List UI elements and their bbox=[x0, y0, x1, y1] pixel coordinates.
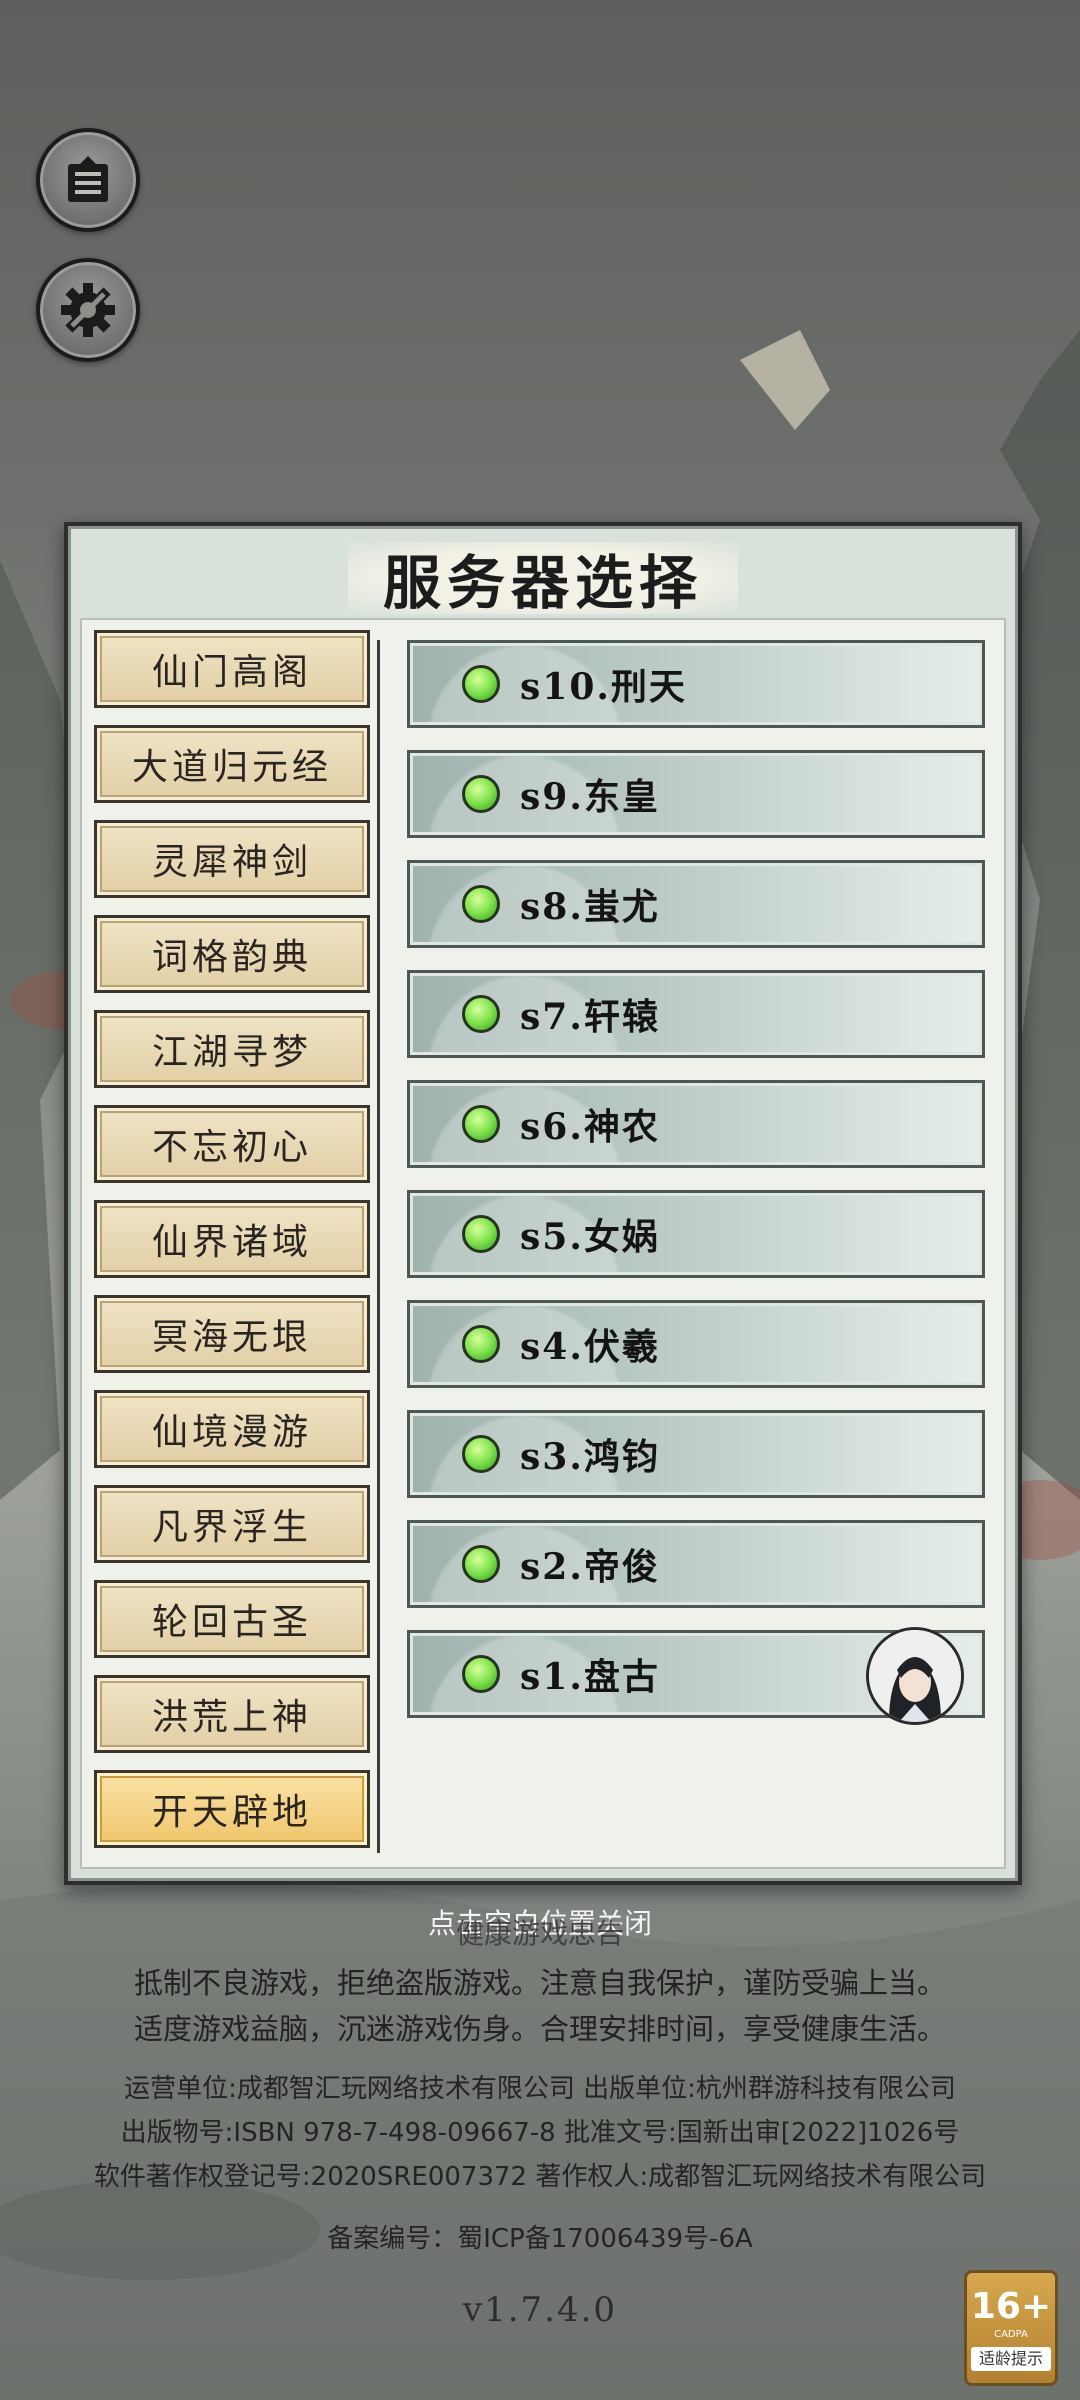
server-row[interactable]: s1.盘古 bbox=[407, 1627, 985, 1725]
category-button[interactable]: 江湖寻梦 bbox=[94, 1010, 370, 1088]
icp-record: 备案编号：蜀ICP备17006439号-6A bbox=[327, 2224, 753, 2254]
server-row[interactable]: s8.蚩尤 bbox=[407, 860, 985, 948]
server-name: s4.伏羲 bbox=[520, 1326, 660, 1368]
age-rating-badge[interactable]: 16+ CADPA 适龄提示 bbox=[964, 2270, 1058, 2386]
server-status-online-icon bbox=[462, 1655, 500, 1693]
server-row[interactable]: s9.东皇 bbox=[407, 750, 985, 838]
server-row[interactable]: s4.伏羲 bbox=[407, 1300, 985, 1388]
server-row[interactable]: s2.帝俊 bbox=[407, 1520, 985, 1608]
character-avatar bbox=[866, 1627, 964, 1725]
server-status-online-icon bbox=[462, 1325, 500, 1363]
gear-icon bbox=[61, 283, 115, 337]
age-rating-label: 适龄提示 bbox=[971, 2347, 1051, 2371]
server-row[interactable]: s7.轩辕 bbox=[407, 970, 985, 1058]
panel-content: 仙门高阁大道归元经灵犀神剑词格韵典江湖寻梦不忘初心仙界诸域冥海无垠仙境漫游凡界浮… bbox=[80, 618, 1006, 1869]
category-button[interactable]: 词格韵典 bbox=[94, 915, 370, 993]
notice-line-1: 抵制不良游戏，拒绝盗版游戏。注意自我保护，谨防受骗上当。 bbox=[133, 1966, 946, 2000]
divider bbox=[377, 640, 380, 1853]
server-status-online-icon bbox=[462, 995, 500, 1033]
server-status-online-icon bbox=[462, 1215, 500, 1253]
category-button[interactable]: 开天辟地 bbox=[94, 1770, 370, 1848]
notice-line-2: 适度游戏益脑，沉迷游戏伤身。合理安排时间，享受健康生活。 bbox=[133, 2012, 946, 2046]
category-button[interactable]: 仙门高阁 bbox=[94, 630, 370, 708]
category-button[interactable]: 不忘初心 bbox=[94, 1105, 370, 1183]
panel-title: 服务器选择 bbox=[348, 542, 738, 617]
server-row[interactable]: s5.女娲 bbox=[407, 1190, 985, 1278]
category-button[interactable]: 灵犀神剑 bbox=[94, 820, 370, 898]
server-name: s3.鸿钧 bbox=[520, 1436, 660, 1478]
server-row[interactable]: s10.刑天 bbox=[407, 640, 985, 728]
age-rating-org: CADPA bbox=[994, 2329, 1028, 2340]
legal-line-2: 出版物号:ISBN 978-7-498-09667-8 批准文号:国新出审[20… bbox=[120, 2118, 960, 2148]
category-button[interactable]: 轮回古圣 bbox=[94, 1580, 370, 1658]
legal-line-1: 运营单位:成都智汇玩网络技术有限公司 出版单位:杭州群游科技有限公司 bbox=[124, 2074, 956, 2104]
server-status-online-icon bbox=[462, 665, 500, 703]
server-row[interactable]: s6.神农 bbox=[407, 1080, 985, 1168]
server-name: s1.盘古 bbox=[520, 1656, 660, 1698]
category-button[interactable]: 大道归元经 bbox=[94, 725, 370, 803]
server-status-online-icon bbox=[462, 885, 500, 923]
notice-title: 健康游戏忠告 bbox=[455, 1917, 624, 1950]
server-name: s10.刑天 bbox=[520, 666, 687, 708]
server-status-online-icon bbox=[462, 1435, 500, 1473]
server-name: s9.东皇 bbox=[520, 776, 660, 818]
age-rating-value: 16+ bbox=[970, 2286, 1052, 2327]
category-button[interactable]: 洪荒上神 bbox=[94, 1675, 370, 1753]
category-button[interactable]: 仙境漫游 bbox=[94, 1390, 370, 1468]
server-status-online-icon bbox=[462, 1105, 500, 1143]
server-name: s8.蚩尤 bbox=[520, 886, 660, 928]
server-select-panel: 服务器选择 仙门高阁 大道归元经 灵犀神剑 词格韵典 江湖寻梦 不忘初心 仙界诸域 冥海无垠仙… bbox=[64, 522, 1022, 1885]
server-name: s6.神农 bbox=[520, 1106, 660, 1148]
server-list: s10.刑天 s9.东皇 s8.蚩尤 s7.轩辕 s6.神农 s5.女娲 s4.伏羲 s3.鸿… bbox=[407, 640, 985, 1740]
category-list: 仙门高阁大道归元经灵犀神剑词格韵典江湖寻梦不忘初心仙界诸域冥海无垠仙境漫游凡界浮… bbox=[94, 630, 374, 1865]
server-name: s5.女娲 bbox=[520, 1216, 660, 1258]
server-row[interactable]: s3.鸿钧 bbox=[407, 1410, 985, 1498]
legal-line-3: 软件著作权登记号:2020SRE007372 著作权人:成都智汇玩网络技术有限公… bbox=[93, 2162, 987, 2192]
category-button[interactable]: 凡界浮生 bbox=[94, 1485, 370, 1563]
server-name: s2.帝俊 bbox=[520, 1546, 660, 1588]
settings-button[interactable] bbox=[36, 258, 140, 362]
version-label: v1.7.4.0 bbox=[462, 2290, 618, 2330]
category-button[interactable]: 冥海无垠 bbox=[94, 1295, 370, 1373]
server-name: s7.轩辕 bbox=[520, 996, 660, 1038]
server-status-online-icon bbox=[462, 775, 500, 813]
notice-board-icon bbox=[68, 156, 108, 202]
notice-board-button[interactable] bbox=[36, 128, 140, 232]
category-button[interactable]: 仙界诸域 bbox=[94, 1200, 370, 1278]
server-status-online-icon bbox=[462, 1545, 500, 1583]
